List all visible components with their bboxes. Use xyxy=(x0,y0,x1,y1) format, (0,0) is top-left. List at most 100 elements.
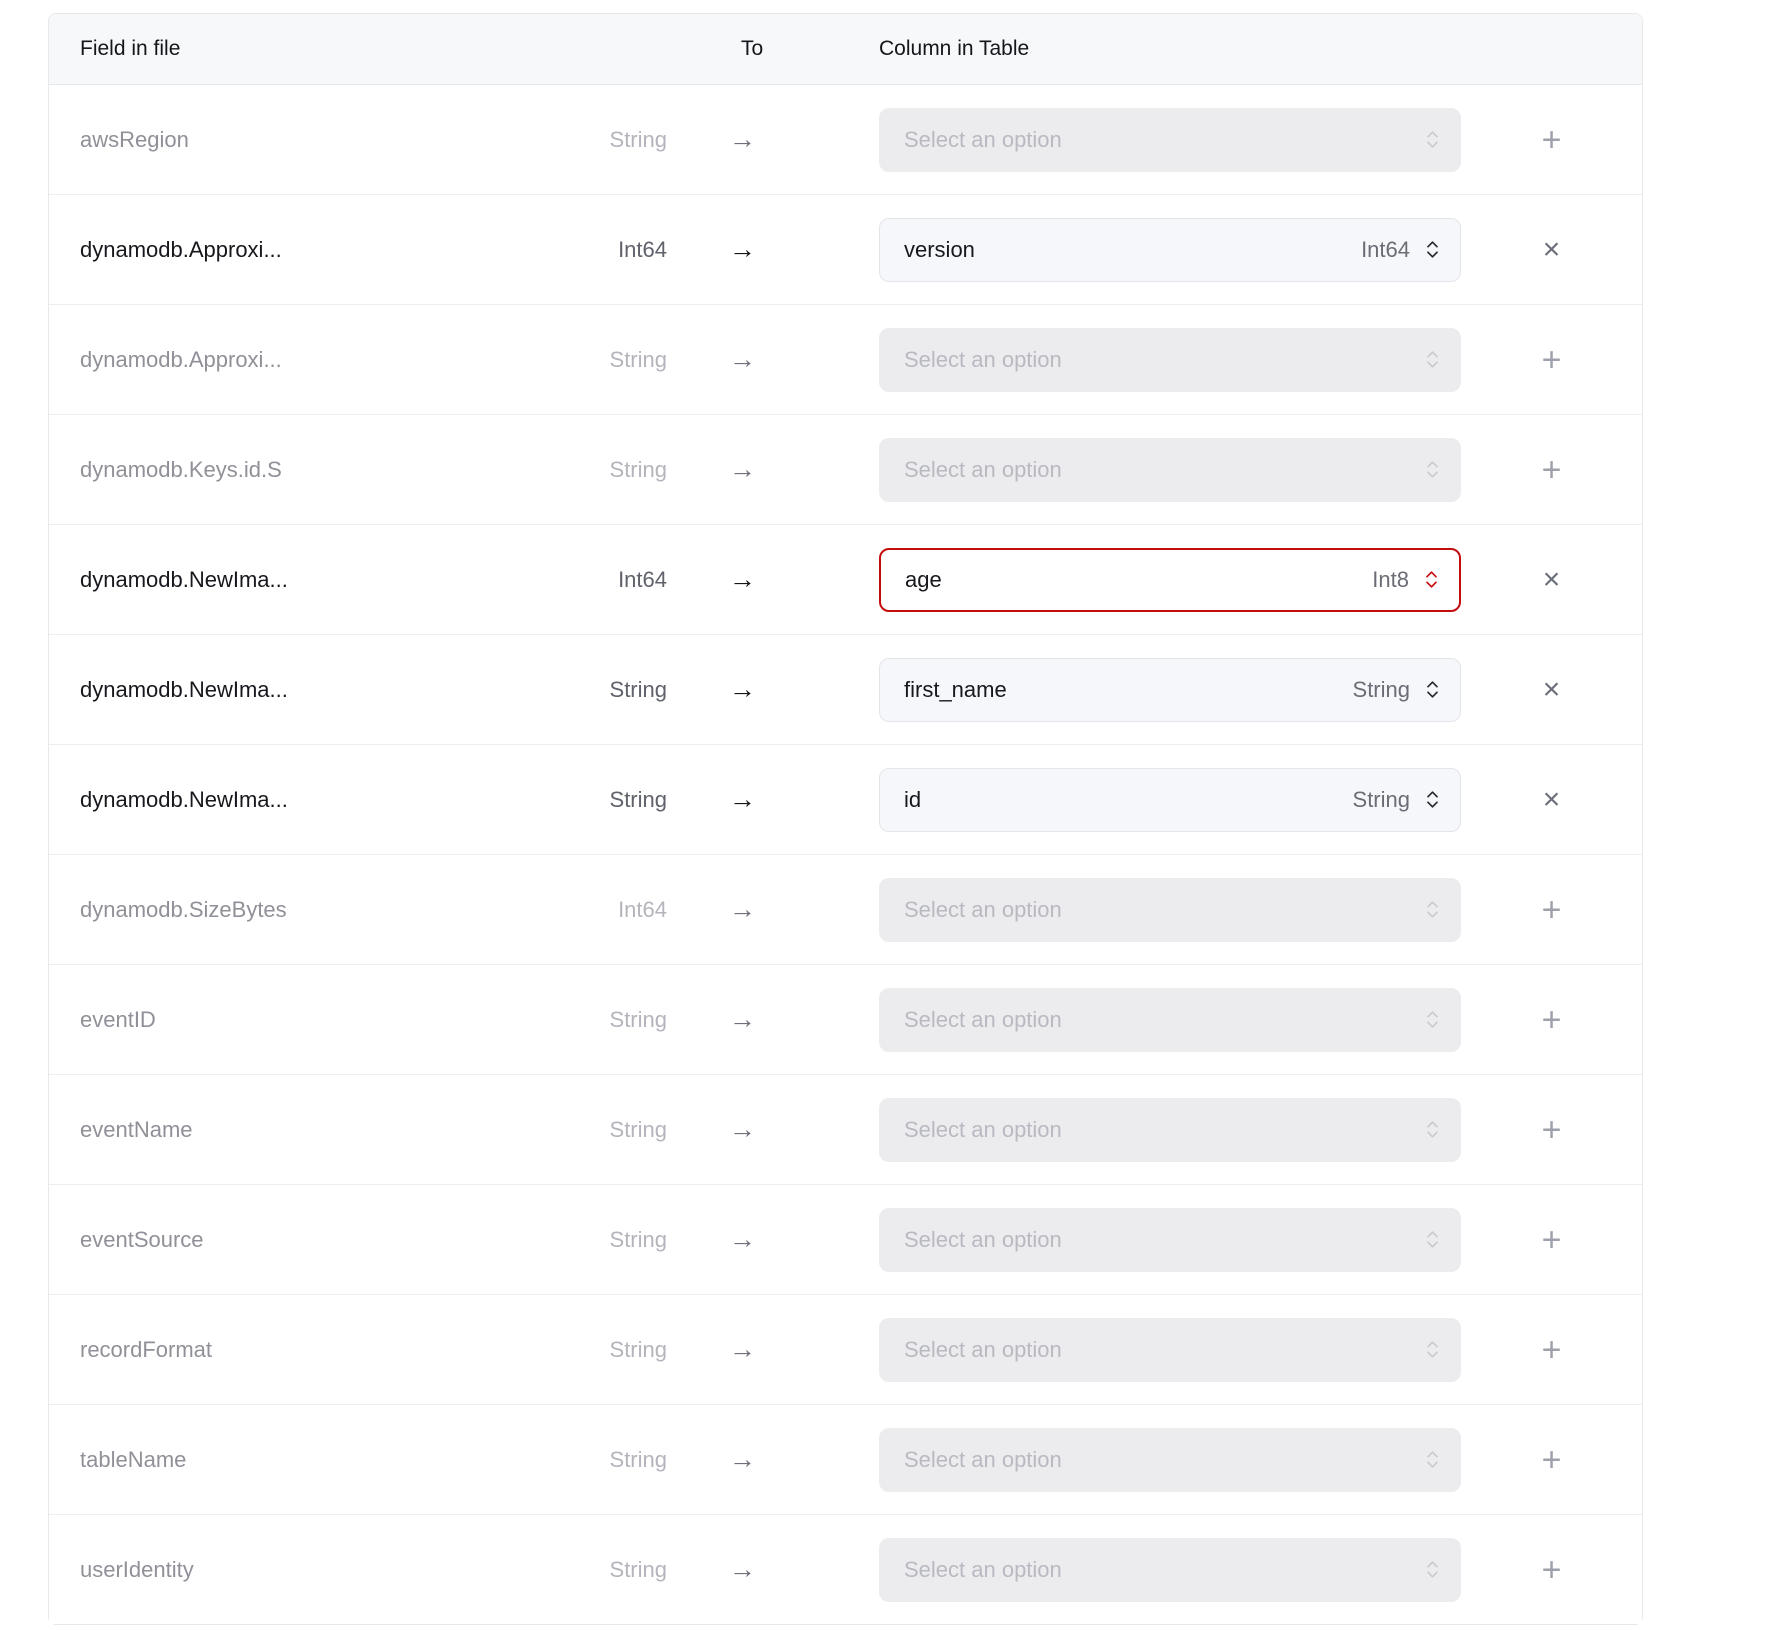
add-mapping-button[interactable]: + xyxy=(1542,123,1562,157)
mapping-row: dynamodb.Keys.id.S String → Select an op… xyxy=(49,415,1642,525)
chevron-updown-icon xyxy=(1425,1119,1440,1140)
arrow-right-icon: → xyxy=(729,344,756,374)
add-mapping-button[interactable]: + xyxy=(1542,1553,1562,1587)
field-type: String xyxy=(610,1227,667,1253)
column-select: Select an option xyxy=(879,1318,1461,1382)
field-type: Int64 xyxy=(618,897,667,923)
chevron-updown-icon xyxy=(1425,1339,1440,1360)
field-type: String xyxy=(610,347,667,373)
table-header-row: Field in file To Column in Table xyxy=(49,14,1642,85)
mapping-row: eventID String → Select an option + xyxy=(49,965,1642,1075)
column-select-value: Select an option xyxy=(904,127,1062,153)
field-name: eventName xyxy=(80,1117,193,1143)
column-select-value: age xyxy=(905,567,942,593)
column-select-value: id xyxy=(904,787,921,813)
arrow-right-icon: → xyxy=(729,1554,756,1584)
add-mapping-button[interactable]: + xyxy=(1542,1003,1562,1037)
mapping-row: eventSource String → Select an option + xyxy=(49,1185,1642,1295)
column-select[interactable]: age Int8 xyxy=(879,548,1461,612)
field-type: Int64 xyxy=(618,237,667,263)
column-type: Int8 xyxy=(1372,567,1409,593)
column-select-value: Select an option xyxy=(904,1117,1062,1143)
field-name: dynamodb.SizeBytes xyxy=(80,897,287,923)
arrow-right-icon: → xyxy=(729,1334,756,1364)
arrow-right-icon: → xyxy=(729,784,756,814)
column-select: Select an option xyxy=(879,1428,1461,1492)
add-mapping-button[interactable]: + xyxy=(1542,1223,1562,1257)
column-select[interactable]: version Int64 xyxy=(879,218,1461,282)
field-type: String xyxy=(610,1337,667,1363)
header-column-in-table: Column in Table xyxy=(879,37,1461,61)
arrow-right-icon: → xyxy=(729,124,756,154)
mapping-row: awsRegion String → Select an option + xyxy=(49,85,1642,195)
column-select-value: Select an option xyxy=(904,457,1062,483)
header-to: To xyxy=(667,37,879,61)
chevron-updown-icon xyxy=(1425,129,1440,150)
chevron-updown-icon xyxy=(1425,1229,1440,1250)
arrow-right-icon: → xyxy=(729,1004,756,1034)
remove-mapping-button[interactable]: × xyxy=(1543,235,1561,265)
header-field-in-file: Field in file xyxy=(49,37,667,61)
column-select: Select an option xyxy=(879,438,1461,502)
field-mapping-table: Field in file To Column in Table awsRegi… xyxy=(48,13,1643,1625)
column-type: Int64 xyxy=(1361,237,1410,263)
mapping-row: tableName String → Select an option + xyxy=(49,1405,1642,1515)
field-name: dynamodb.NewIma... xyxy=(80,567,288,593)
column-select: Select an option xyxy=(879,328,1461,392)
column-type: String xyxy=(1353,677,1410,703)
add-mapping-button[interactable]: + xyxy=(1542,893,1562,927)
mapping-row: dynamodb.NewIma... String → first_name S… xyxy=(49,635,1642,745)
chevron-updown-icon xyxy=(1425,899,1440,920)
mapping-table-body: awsRegion String → Select an option + xyxy=(49,85,1642,1624)
field-type: Int64 xyxy=(618,567,667,593)
column-select: Select an option xyxy=(879,1098,1461,1162)
arrow-right-icon: → xyxy=(729,674,756,704)
add-mapping-button[interactable]: + xyxy=(1542,1113,1562,1147)
add-mapping-button[interactable]: + xyxy=(1542,1333,1562,1367)
remove-mapping-button[interactable]: × xyxy=(1543,675,1561,705)
column-select-value: Select an option xyxy=(904,1557,1062,1583)
column-select: Select an option xyxy=(879,108,1461,172)
field-name: userIdentity xyxy=(80,1557,194,1583)
arrow-right-icon: → xyxy=(729,234,756,264)
chevron-updown-icon xyxy=(1425,459,1440,480)
mapping-row: eventName String → Select an option + xyxy=(49,1075,1642,1185)
column-select-value: version xyxy=(904,237,975,263)
column-select: Select an option xyxy=(879,878,1461,942)
field-name: dynamodb.NewIma... xyxy=(80,677,288,703)
mapping-row: dynamodb.Approxi... Int64 → version Int6… xyxy=(49,195,1642,305)
column-select: Select an option xyxy=(879,1538,1461,1602)
chevron-updown-icon xyxy=(1425,1009,1440,1030)
field-name: eventID xyxy=(80,1007,156,1033)
arrow-right-icon: → xyxy=(729,1224,756,1254)
column-select-value: Select an option xyxy=(904,347,1062,373)
column-select-value: Select an option xyxy=(904,1227,1062,1253)
field-name: dynamodb.Keys.id.S xyxy=(80,457,282,483)
arrow-right-icon: → xyxy=(729,564,756,594)
mapping-row: userIdentity String → Select an option + xyxy=(49,1515,1642,1624)
field-type: String xyxy=(610,457,667,483)
arrow-right-icon: → xyxy=(729,454,756,484)
add-mapping-button[interactable]: + xyxy=(1542,453,1562,487)
chevron-updown-icon xyxy=(1425,679,1440,700)
field-name: awsRegion xyxy=(80,127,189,153)
column-select[interactable]: id String xyxy=(879,768,1461,832)
chevron-updown-icon xyxy=(1425,789,1440,810)
column-select-value: Select an option xyxy=(904,1007,1062,1033)
mapping-row: dynamodb.NewIma... String → id String × xyxy=(49,745,1642,855)
chevron-updown-icon xyxy=(1425,1449,1440,1470)
chevron-updown-icon xyxy=(1425,349,1440,370)
remove-mapping-button[interactable]: × xyxy=(1543,785,1561,815)
field-name: dynamodb.Approxi... xyxy=(80,237,282,263)
remove-mapping-button[interactable]: × xyxy=(1543,565,1561,595)
field-type: String xyxy=(610,1007,667,1033)
column-select-value: Select an option xyxy=(904,1337,1062,1363)
column-select[interactable]: first_name String xyxy=(879,658,1461,722)
add-mapping-button[interactable]: + xyxy=(1542,1443,1562,1477)
arrow-right-icon: → xyxy=(729,1444,756,1474)
add-mapping-button[interactable]: + xyxy=(1542,343,1562,377)
chevron-updown-icon xyxy=(1425,1559,1440,1580)
chevron-updown-icon xyxy=(1425,239,1440,260)
column-select-value: Select an option xyxy=(904,897,1062,923)
field-type: String xyxy=(610,127,667,153)
